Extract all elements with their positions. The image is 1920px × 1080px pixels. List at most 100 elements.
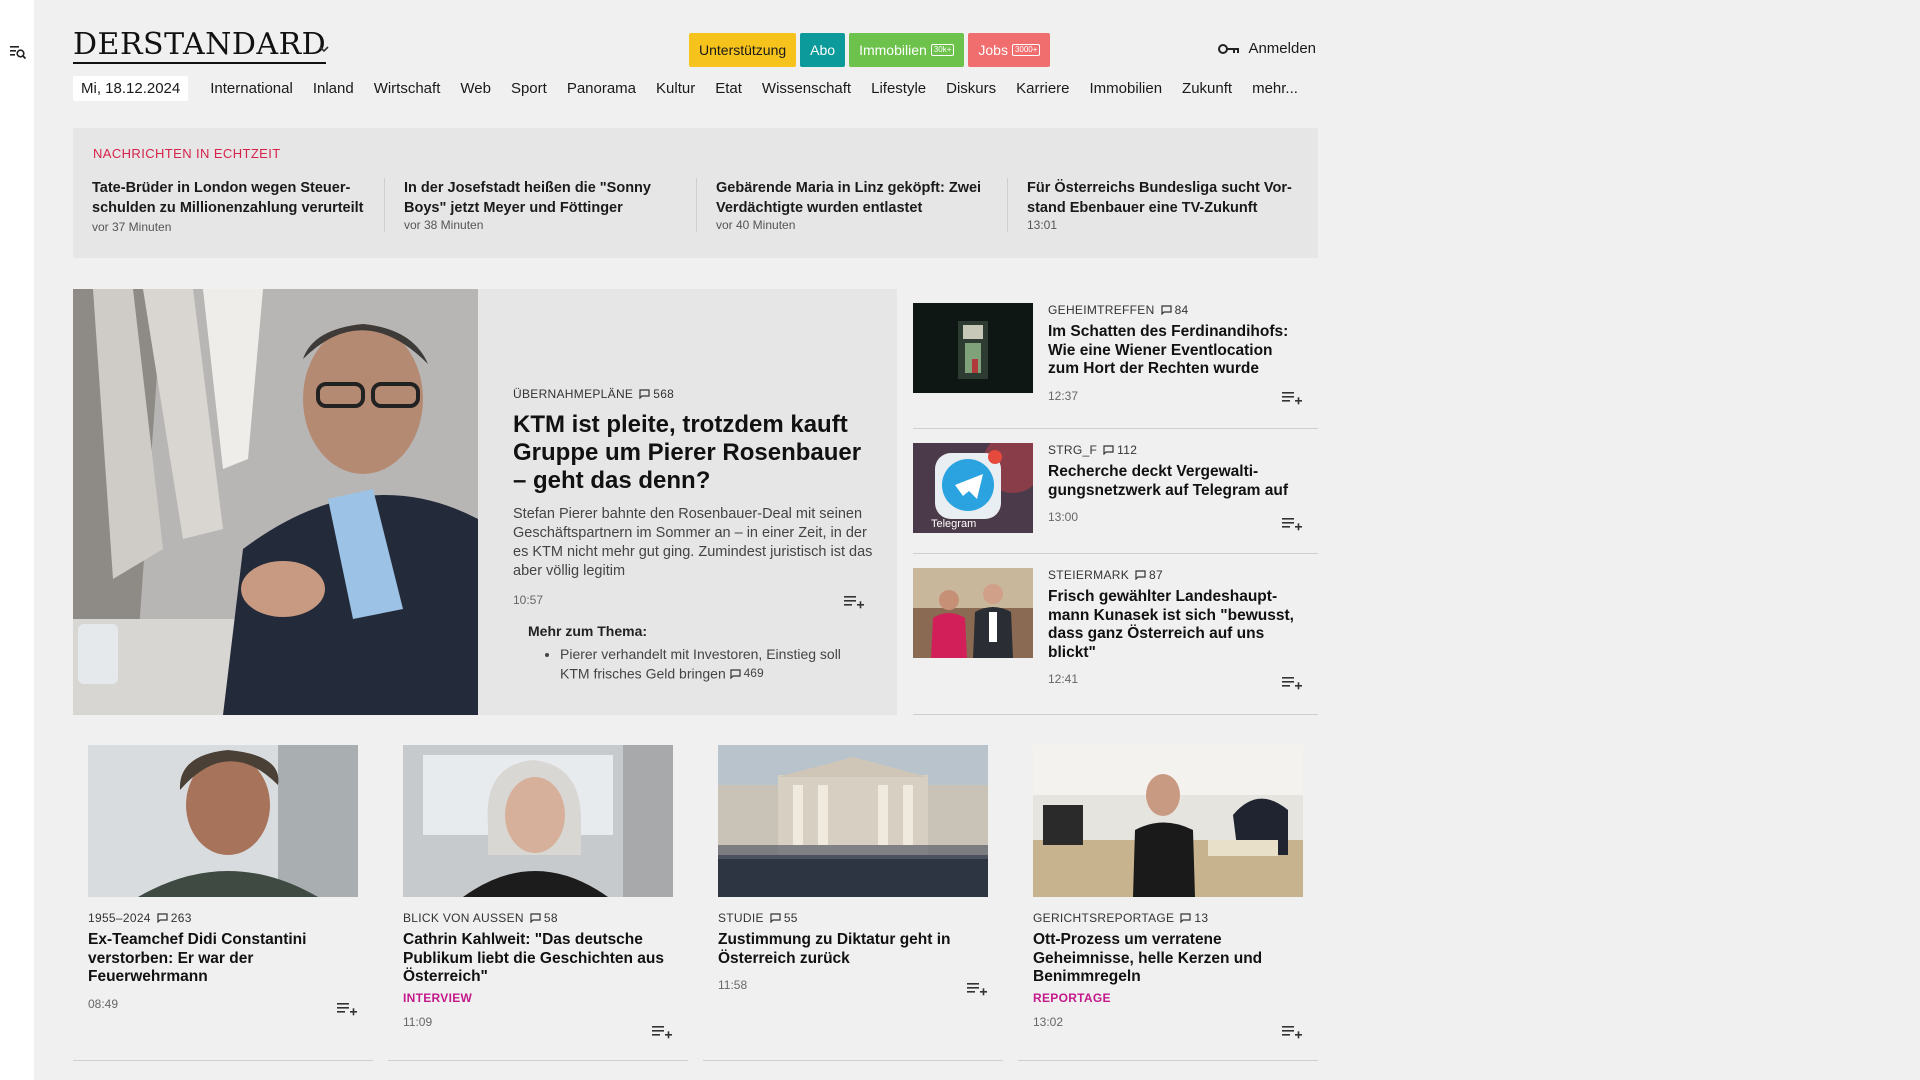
add-to-list-icon[interactable]	[1281, 389, 1303, 405]
add-to-list-icon[interactable]	[1281, 1023, 1303, 1039]
nav-item-panorama[interactable]: Panorama	[557, 80, 646, 97]
comment-count[interactable]: 568	[639, 387, 674, 401]
card-headline[interactable]: Ott-Prozess um verratene Geheimnisse, he…	[1033, 931, 1303, 987]
page: DERSTANDARD Unterstützung Abo Immobilien…	[34, 0, 1920, 1080]
lead-story[interactable]: ÜBERNAHMEPLÄNE 568 KTM ist pleite, trotz…	[73, 289, 897, 715]
nav-item-wirtschaft[interactable]: Wirtschaft	[364, 80, 451, 97]
comment-count[interactable]: 87	[1135, 568, 1163, 582]
add-to-list-icon[interactable]	[1281, 674, 1303, 690]
card-image[interactable]	[88, 745, 358, 897]
card-image[interactable]	[718, 745, 988, 897]
add-to-list-icon[interactable]	[843, 593, 865, 609]
add-to-list-icon[interactable]	[336, 1000, 358, 1016]
side-story[interactable]: Telegram STRG_F 112 Recherche deckt Verg…	[913, 429, 1318, 554]
side-headline[interactable]: Recherche deckt Vergewalti­gungsnetzwerk…	[1048, 463, 1303, 500]
comment-count[interactable]: 84	[1160, 303, 1189, 317]
side-story-text: GEHEIMTREFFEN 84 Im Schatten des Ferdina…	[1048, 303, 1303, 403]
story-card[interactable]: STUDIE 55 Zustimmung zu Diktatur geht in…	[703, 745, 1003, 1061]
nav-item-lifestyle[interactable]: Lifestyle	[861, 80, 936, 97]
side-story-image[interactable]: Telegram	[913, 443, 1033, 533]
nav-item-diskurs[interactable]: Diskurs	[936, 80, 1006, 97]
story-card[interactable]: BLICK VON AUSSEN 58 Cathrin Kahlweit: "D…	[388, 745, 688, 1061]
site-logo[interactable]: DERSTANDARD	[73, 30, 327, 64]
kicker-label: ÜBERNAHMEPLÄNE	[513, 387, 634, 401]
comment-count[interactable]: 55	[770, 911, 798, 925]
pill-label: Jobs	[978, 42, 1008, 58]
card-image[interactable]	[403, 745, 673, 897]
nav-item-karriere[interactable]: Karriere	[1006, 80, 1079, 97]
more-topic-text: Pierer verhandelt mit Investoren, Einsti…	[560, 646, 841, 682]
side-kicker: GEHEIMTREFFEN 84	[1048, 303, 1303, 317]
comment-count[interactable]: 13	[1180, 911, 1208, 925]
card-headline[interactable]: Zustimmung zu Diktatur geht in Österreic…	[718, 931, 988, 968]
side-story[interactable]: STEIERMARK 87 Frisch gewählter Landeshau…	[913, 554, 1318, 715]
lead-text: ÜBERNAHMEPLÄNE 568 KTM ist pleite, trotz…	[513, 387, 873, 684]
pill-unterstuetzung[interactable]: Unterstützung	[689, 33, 797, 67]
comment-count[interactable]: 112	[1103, 443, 1137, 457]
side-story-text: STEIERMARK 87 Frisch gewählter Landeshau…	[1048, 568, 1303, 686]
side-headline[interactable]: Frisch gewählter Landeshaupt­mann Kunase…	[1048, 588, 1303, 662]
side-story-image[interactable]	[913, 568, 1033, 658]
story-card[interactable]: GERICHTSREPORTAGE 13 Ott-Prozess um verr…	[1018, 745, 1318, 1061]
ticker-item[interactable]: Gebärende Maria in Linz geköpft: Zwei Ve…	[696, 178, 991, 232]
ticker-item[interactable]: Für Österreichs Bundesliga sucht Vor­sta…	[1007, 178, 1302, 232]
add-to-list-icon[interactable]	[966, 980, 988, 996]
nav-item-international[interactable]: International	[200, 80, 303, 97]
login-button[interactable]: Anmelden	[1218, 40, 1316, 57]
card-time: 11:09	[403, 1014, 433, 1029]
card-time: 13:02	[1033, 1014, 1064, 1029]
kicker-label: GEHEIMTREFFEN	[1048, 303, 1155, 317]
nav-item-wissenschaft[interactable]: Wissenschaft	[752, 80, 861, 97]
comment-number: 263	[170, 911, 192, 925]
side-story[interactable]: GEHEIMTREFFEN 84 Im Schatten des Ferdina…	[913, 289, 1318, 429]
comment-icon	[1135, 570, 1146, 580]
nav-item-immobilien[interactable]: Immobilien	[1080, 80, 1173, 97]
nav-item-web[interactable]: Web	[450, 80, 501, 97]
card-image[interactable]	[1033, 745, 1303, 897]
time-label: 10:57	[513, 593, 544, 607]
pill-badge: 3000+	[1011, 44, 1041, 56]
comment-count[interactable]: 263	[157, 911, 192, 925]
card-text: BLICK VON AUSSEN 58 Cathrin Kahlweit: "D…	[403, 911, 673, 1029]
ticker-item[interactable]: In der Josefstadt heißen die "Sonny Boys…	[384, 178, 679, 232]
side-story-image[interactable]	[913, 303, 1033, 393]
side-headline[interactable]: Im Schatten des Ferdinandihofs: Wie eine…	[1048, 323, 1303, 379]
ticker-title: NACHRICHTEN IN ECHTZEIT	[93, 146, 281, 161]
ticker-item[interactable]: Tate-Brüder in London wegen Steuer­schul…	[73, 178, 368, 236]
nav-item-zukunft[interactable]: Zukunft	[1172, 80, 1242, 97]
add-to-list-icon[interactable]	[1281, 515, 1303, 531]
nav-item-mehr[interactable]: mehr...	[1242, 80, 1308, 97]
pill-label: Unterstützung	[699, 42, 787, 58]
side-time: 12:37	[1048, 388, 1079, 403]
add-to-list-icon[interactable]	[651, 1023, 673, 1039]
pill-immobilien[interactable]: Immobilien 30k+	[849, 33, 965, 67]
card-format-label: INTERVIEW	[403, 990, 473, 1005]
nav-item-etat[interactable]: Etat	[705, 80, 752, 97]
more-topic-item[interactable]: Pierer verhandelt mit Investoren, Einsti…	[560, 645, 873, 684]
card-time: 11:58	[718, 978, 748, 992]
card-headline[interactable]: Ex-Teamchef Didi Constantini verstorben:…	[88, 931, 358, 987]
comment-icon	[1160, 305, 1172, 315]
card-headline[interactable]: Cathrin Kahlweit: "Das deutsche Publikum…	[403, 931, 673, 987]
comment-count[interactable]: 469	[730, 664, 764, 683]
story-card[interactable]: 1955–2024 263 Ex-Teamchef Didi Constanti…	[73, 745, 373, 1061]
nav-item-sport[interactable]: Sport	[501, 80, 557, 97]
comment-number: 58	[543, 911, 558, 925]
pill-abo[interactable]: Abo	[800, 33, 846, 67]
chevron-down-icon[interactable]	[319, 44, 329, 54]
header-pills: Unterstützung Abo Immobilien 30k+ Jobs 3…	[689, 33, 1051, 67]
menu-search-icon[interactable]	[9, 43, 27, 61]
lead-time: 10:57	[513, 593, 873, 609]
comment-count[interactable]: 58	[530, 911, 558, 925]
pill-jobs[interactable]: Jobs 3000+	[968, 33, 1051, 67]
nav-item-inland[interactable]: Inland	[303, 80, 364, 97]
login-label: Anmelden	[1248, 40, 1316, 57]
left-rail	[0, 0, 34, 1080]
lead-headline[interactable]: KTM ist pleite, trotzdem kauft Gruppe um…	[513, 411, 873, 495]
more-topic-title: Mehr zum Thema:	[528, 623, 648, 639]
comment-number: 55	[783, 911, 798, 925]
comment-number: 13	[1194, 911, 1209, 925]
lead-image[interactable]	[73, 289, 478, 715]
lead-kicker: ÜBERNAHMEPLÄNE 568	[513, 387, 873, 401]
nav-item-kultur[interactable]: Kultur	[646, 80, 705, 97]
